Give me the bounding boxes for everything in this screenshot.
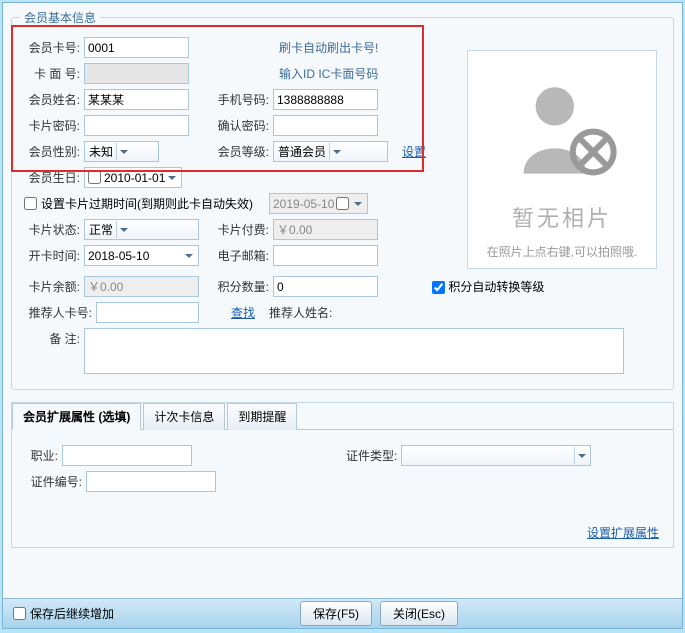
referrer-no-input[interactable] xyxy=(96,302,199,323)
referrer-no-label: 推荐人卡号: xyxy=(20,304,92,321)
card-number-hint: 刷卡自动刷出卡号! xyxy=(279,39,378,56)
tab-expire-reminder[interactable]: 到期提醒 xyxy=(227,403,297,430)
chevron-down-icon xyxy=(165,169,179,186)
expire-date-checkbox[interactable] xyxy=(336,197,349,210)
birthday-label: 会员生日: xyxy=(20,169,80,186)
chevron-down-icon xyxy=(574,447,589,464)
level-label: 会员等级: xyxy=(209,143,269,160)
footer-bar: 保存后继续增加 保存(F5) 关闭(Esc) xyxy=(3,598,682,628)
save-button[interactable]: 保存(F5) xyxy=(300,601,372,626)
auto-convert-label: 积分自动转换等级 xyxy=(448,280,544,294)
face-number-input[interactable] xyxy=(84,63,189,84)
password2-label: 确认密码: xyxy=(209,117,269,134)
gender-select[interactable]: 未知 xyxy=(84,141,159,162)
photo-box[interactable]: 暂无相片 在照片上点右键,可以拍照哦. xyxy=(467,50,657,269)
expire-label: 设置卡片过期时间(到期则此卡自动失效) xyxy=(41,195,253,212)
expire-date-picker[interactable]: 2019-05-10 xyxy=(269,193,368,214)
close-button[interactable]: 关闭(Esc) xyxy=(380,601,458,626)
memo-label: 备 注: xyxy=(20,328,80,347)
member-name-input[interactable] xyxy=(84,89,189,110)
save-continue-label: 保存后继续增加 xyxy=(30,605,114,622)
birthday-picker[interactable]: 2010-01-01 xyxy=(84,167,182,188)
avatar-placeholder-icon xyxy=(487,63,637,193)
expire-checkbox[interactable] xyxy=(24,197,37,210)
chevron-down-icon xyxy=(329,143,344,160)
phone-label: 手机号码: xyxy=(209,91,269,108)
face-number-hint: 输入ID IC卡面号码 xyxy=(279,65,378,82)
password2-input[interactable] xyxy=(273,115,378,136)
open-time-label: 开卡时间: xyxy=(20,247,80,264)
referrer-name-label: 推荐人姓名: xyxy=(269,304,332,321)
phone-input[interactable] xyxy=(273,89,378,110)
balance-label: 卡片余额: xyxy=(20,278,80,295)
card-number-label: 会员卡号: xyxy=(20,39,80,56)
member-name-label: 会员姓名: xyxy=(20,91,80,108)
email-input[interactable] xyxy=(273,245,378,266)
find-referrer-link[interactable]: 查找 xyxy=(231,304,255,321)
chevron-down-icon xyxy=(182,247,196,264)
doc-no-input[interactable] xyxy=(86,471,216,492)
doc-no-label: 证件编号: xyxy=(24,473,82,490)
points-qty-label: 积分数量: xyxy=(209,278,269,295)
basic-info-fieldset: 会员基本信息 会员卡号: 刷卡自动刷出卡号! 卡 面 号: xyxy=(11,9,674,390)
level-select[interactable]: 普通会员 xyxy=(273,141,388,162)
pay-input[interactable] xyxy=(273,219,378,240)
gender-label: 会员性别: xyxy=(20,143,80,160)
birthday-checkbox[interactable] xyxy=(88,171,101,184)
set-extended-attrs-link[interactable]: 设置扩展属性 xyxy=(587,524,659,541)
save-continue-checkbox[interactable] xyxy=(13,607,26,620)
email-label: 电子邮箱: xyxy=(209,247,269,264)
doc-type-select[interactable] xyxy=(401,445,591,466)
chevron-down-icon xyxy=(116,221,131,238)
pay-label: 卡片付费: xyxy=(209,221,269,238)
no-photo-text: 暂无相片 xyxy=(474,201,650,233)
chevron-down-icon xyxy=(351,195,365,212)
status-select[interactable]: 正常 xyxy=(84,219,199,240)
password-label: 卡片密码: xyxy=(20,117,80,134)
auto-convert-checkbox[interactable] xyxy=(432,281,445,294)
level-set-link[interactable]: 设置 xyxy=(402,143,426,160)
extended-attributes-frame: 会员扩展属性 (选填) 计次卡信息 到期提醒 职业: 证件类型: 证件编号: 设… xyxy=(11,402,674,548)
open-time-picker[interactable]: 2018-05-10 xyxy=(84,245,199,266)
occupation-label: 职业: xyxy=(24,447,58,464)
doc-type-label: 证件类型: xyxy=(346,447,397,464)
basic-info-legend: 会员基本信息 xyxy=(20,9,100,26)
status-label: 卡片状态: xyxy=(20,221,80,238)
card-number-input[interactable] xyxy=(84,37,189,58)
balance-input[interactable] xyxy=(84,276,199,297)
password-input[interactable] xyxy=(84,115,189,136)
photo-tip: 在照片上点右键,可以拍照哦. xyxy=(474,243,650,260)
tab-extended-attrs[interactable]: 会员扩展属性 (选填) xyxy=(12,403,141,430)
face-number-label: 卡 面 号: xyxy=(20,65,80,82)
chevron-down-icon xyxy=(116,143,131,160)
memo-textarea[interactable] xyxy=(84,328,624,374)
occupation-input[interactable] xyxy=(62,445,192,466)
tab-count-card-info[interactable]: 计次卡信息 xyxy=(143,403,225,430)
points-qty-input[interactable] xyxy=(273,276,378,297)
